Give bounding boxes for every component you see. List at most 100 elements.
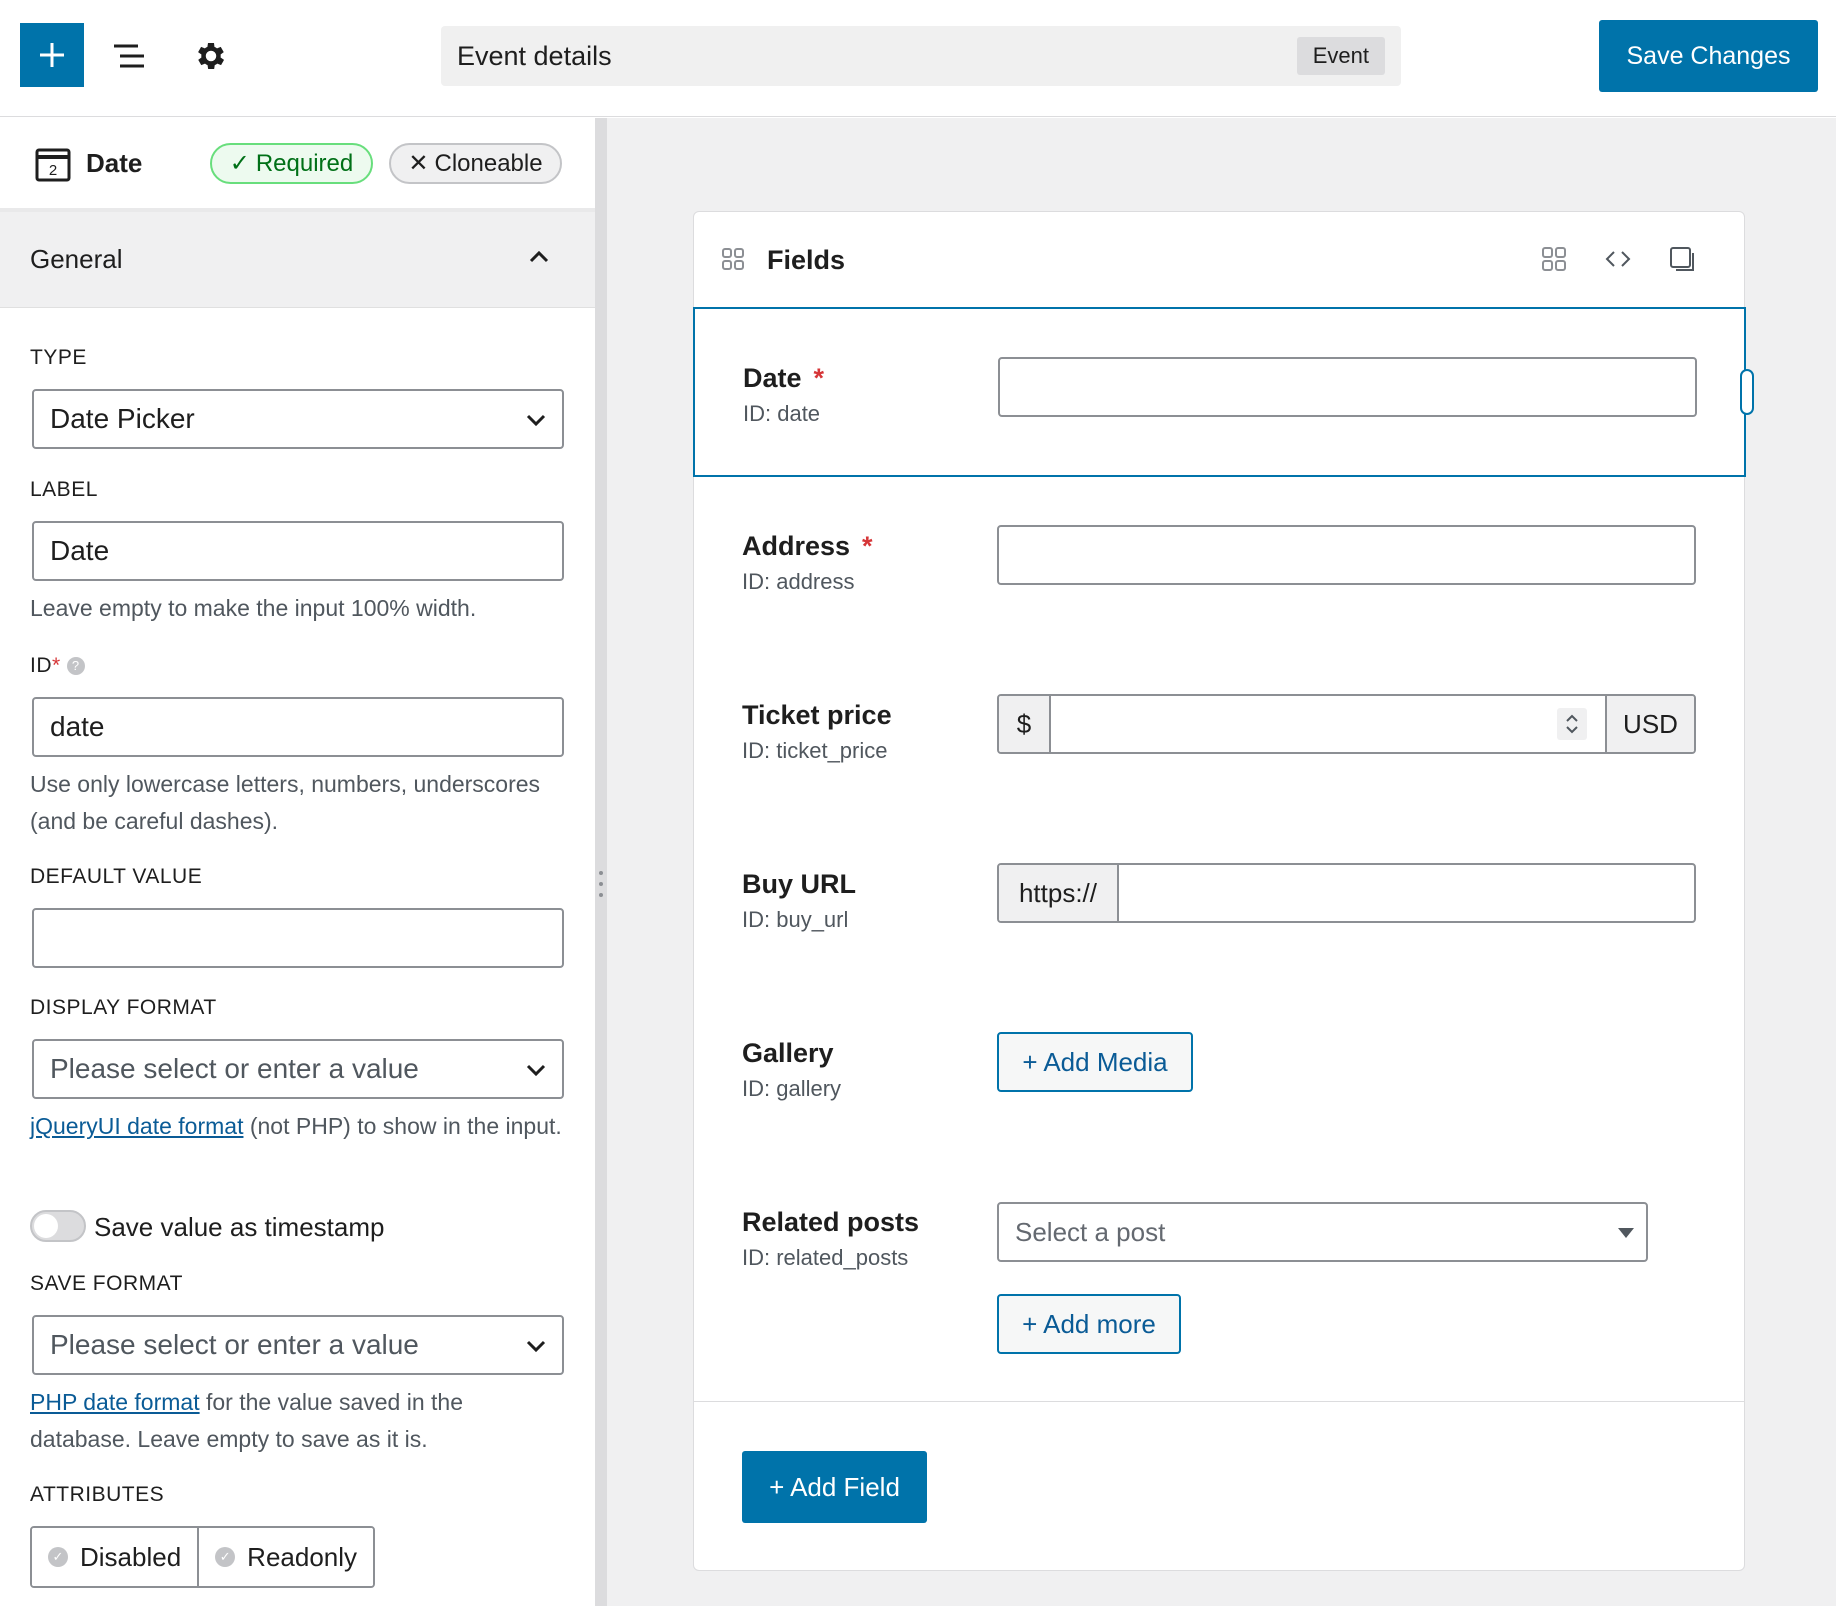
jqueryui-date-format-link[interactable]: jQueryUI date format [30,1113,243,1139]
grid-view-icon[interactable] [1540,245,1568,273]
field-label: Ticket price [742,700,892,730]
field-label-text: Date [743,363,802,393]
check-icon: ✓ [229,150,250,177]
price-prefix: $ [999,696,1049,752]
general-section-header[interactable]: General [0,212,595,308]
timestamp-label: Save value as timestamp [94,1212,385,1242]
required-star: * [862,531,873,561]
toggle-knob [34,1214,58,1238]
attributes-group: ✓ Disabled ✓ Readonly [30,1526,376,1588]
field-row-address[interactable]: Address * ID: address [694,477,1744,647]
chevron-down-icon [526,414,546,427]
type-label: TYPE [30,346,87,369]
type-select[interactable]: Date Picker [32,389,564,449]
field-header: 2 Date ✓ Required ✕ Cloneable [0,118,595,212]
required-toggle[interactable]: ✓ Required [210,143,373,184]
cloneable-toggle[interactable]: ✕ Cloneable [389,143,562,184]
buy-url-input-group: https:// [997,863,1696,923]
field-row-date[interactable]: Date * ID: date [693,307,1754,477]
date-input[interactable] [998,357,1697,417]
code-icon[interactable] [1604,245,1632,273]
check-icon: ✓ [215,1547,236,1567]
buy-url-input[interactable] [1117,865,1694,921]
document-title: Event details [457,40,612,71]
url-prefix: https:// [999,865,1117,921]
field-label: Date * [743,363,824,394]
disabled-label: Disabled [80,1541,182,1572]
id-input[interactable]: date [32,697,564,757]
copy-icon[interactable] [1668,245,1696,273]
fields-panel: Fields Date * ID: date Address * ID: addre… [693,211,1754,1571]
field-row-ticket-price[interactable]: Ticket price ID: ticket_price $ USD [694,646,1744,816]
label-value: Date [50,535,110,566]
calendar-day-number: 2 [49,162,57,179]
readonly-checkbox[interactable]: ✓ Readonly [197,1528,374,1586]
disabled-checkbox[interactable]: ✓ Disabled [32,1528,198,1586]
add-more-button[interactable]: + Add more [997,1294,1181,1354]
document-title-bar[interactable]: Event details Event [441,26,1401,86]
ticket-price-input[interactable] [1049,696,1607,752]
label-label: LABEL [30,478,98,501]
default-value-label: DEFAULT VALUE [30,865,203,888]
id-help-text: Use only lowercase letters, numbers, und… [30,771,541,834]
field-id: ID: gallery [742,1076,842,1101]
id-label: ID*? [30,654,85,678]
post-select-placeholder: Select a post [1015,1216,1166,1247]
panel-title: Fields [767,245,846,275]
cloneable-label: Cloneable [434,149,543,177]
field-label-text: Address [742,531,851,561]
list-view-icon [114,44,144,68]
spinner-arrows-icon [1566,714,1578,734]
top-toolbar: Event details Event Save Changes [0,0,1836,117]
resize-handle[interactable] [1740,369,1754,415]
settings-button[interactable] [188,33,234,79]
field-id: ID: related_posts [742,1245,909,1270]
field-row-buy-url[interactable]: Buy URL ID: buy_url https:// [694,815,1744,985]
related-post-select[interactable]: Select a post [997,1202,1648,1262]
display-format-help-text: (not PHP) to show in the input. [243,1113,562,1139]
required-label: Required [255,149,354,177]
timestamp-toggle[interactable] [30,1210,86,1242]
add-block-button[interactable] [20,23,84,87]
list-view-button[interactable] [108,33,154,79]
panel-divider [694,1401,1744,1402]
panel-header: Fields [694,212,1744,307]
drag-handle-icon [599,871,603,897]
label-input[interactable]: Date [32,521,564,581]
default-value-input[interactable] [32,908,564,968]
field-id: ID: buy_url [742,907,849,932]
save-format-label: SAVE FORMAT [30,1272,183,1295]
field-id: ID: ticket_price [742,738,888,763]
grid-icon [722,248,744,270]
attributes-label: ATTRIBUTES [30,1483,165,1506]
dropdown-arrow-icon [1618,1228,1634,1238]
field-label: Buy URL [742,869,856,899]
resize-handle[interactable] [595,118,607,1606]
required-star: * [52,654,61,677]
field-id: ID: date [743,401,821,426]
address-input[interactable] [997,525,1696,585]
field-label: Address * [742,531,873,562]
php-date-format-link[interactable]: PHP date format [30,1389,200,1415]
id-value: date [50,711,105,742]
chevron-down-icon [526,1064,546,1077]
ticket-price-input-group: $ USD [997,694,1696,754]
readonly-label: Readonly [247,1541,358,1572]
save-changes-button[interactable]: Save Changes [1599,20,1818,92]
field-settings-sidebar: 2 Date ✓ Required ✕ Cloneable General TYPE… [0,118,595,1606]
add-media-button[interactable]: + Add Media [997,1032,1193,1092]
display-format-label: DISPLAY FORMAT [30,996,217,1019]
plus-icon [40,43,64,67]
save-format-help: PHP date format for the value saved in t… [30,1384,570,1458]
help-icon[interactable]: ? [66,657,85,676]
display-format-select[interactable]: Please select or enter a value [32,1039,564,1099]
add-field-button[interactable]: + Add Field [742,1451,927,1523]
display-format-placeholder: Please select or enter a value [50,1053,419,1084]
price-suffix: USD [1607,696,1694,752]
check-icon: ✓ [48,1547,68,1567]
label-help-text: Leave empty to make the input 100% width… [30,595,477,621]
save-format-select[interactable]: Please select or enter a value [32,1315,564,1375]
number-spinner[interactable] [1557,708,1587,740]
id-label-text: ID [30,654,52,677]
field-row-gallery[interactable]: Gallery ID: gallery + Add Media [694,984,1744,1154]
